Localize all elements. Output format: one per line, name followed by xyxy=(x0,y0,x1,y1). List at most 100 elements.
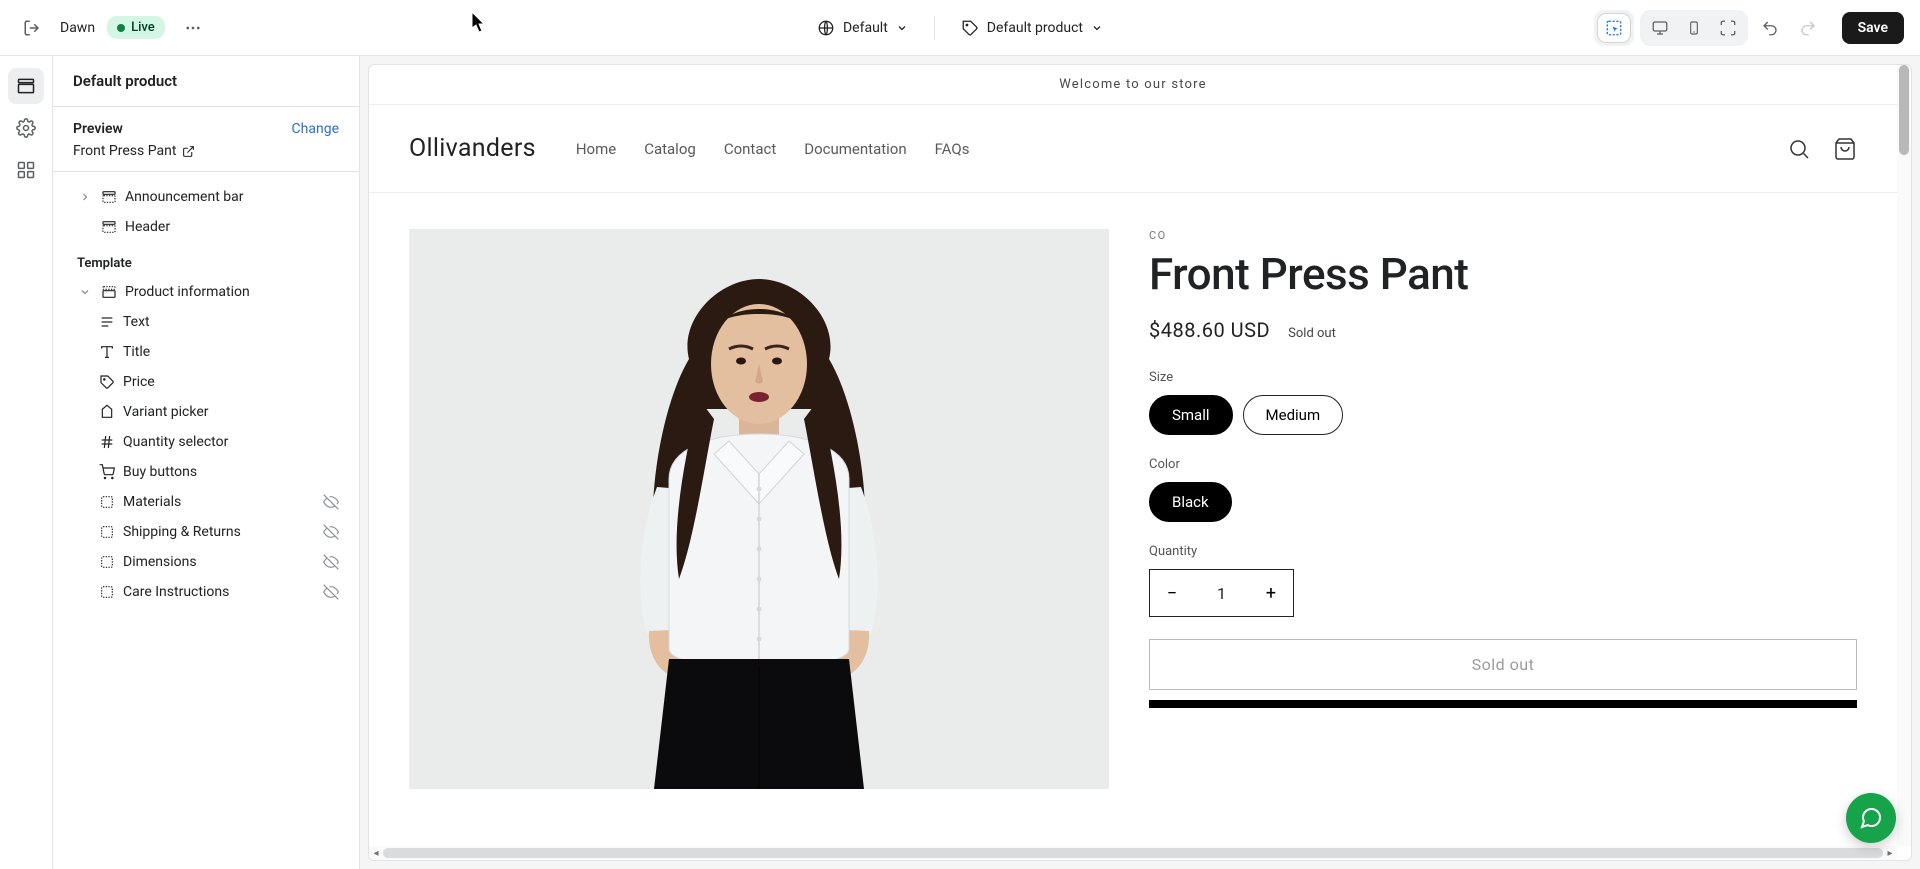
quantity-minus[interactable]: − xyxy=(1150,570,1194,616)
template-group-label: Template xyxy=(61,242,351,277)
redo-icon xyxy=(1799,19,1817,37)
quantity-plus[interactable]: + xyxy=(1249,570,1293,616)
change-preview-button[interactable]: Change xyxy=(292,121,339,137)
inspector-mode-button[interactable] xyxy=(1598,14,1630,42)
cart-icon[interactable] xyxy=(1833,137,1857,161)
product-availability: Sold out xyxy=(1288,326,1336,341)
section-icon xyxy=(101,219,117,235)
product-vendor: CO xyxy=(1149,229,1857,242)
block-price[interactable]: Price xyxy=(61,367,351,397)
cart-icon xyxy=(99,464,115,480)
eye-off-icon xyxy=(323,494,339,510)
globe-icon xyxy=(817,19,835,37)
sidebar-title: Default product xyxy=(53,56,359,107)
eye-off-icon xyxy=(323,524,339,540)
block-buy-buttons[interactable]: Buy buttons xyxy=(61,457,351,487)
paragraph-icon xyxy=(99,314,115,330)
left-rail xyxy=(0,56,53,869)
nav-contact[interactable]: Contact xyxy=(724,140,776,158)
rail-settings-button[interactable] xyxy=(8,110,44,146)
chat-icon xyxy=(1859,806,1883,830)
eye-off-icon xyxy=(323,584,339,600)
undo-icon xyxy=(1761,19,1779,37)
block-shipping-returns[interactable]: Shipping & Returns xyxy=(61,517,351,547)
product-info: CO Front Press Pant $488.60 USD Sold out… xyxy=(1149,229,1857,789)
block-title[interactable]: Title xyxy=(61,337,351,367)
hash-icon xyxy=(99,434,115,450)
rail-sections-button[interactable] xyxy=(8,68,44,104)
price-tag-icon xyxy=(99,374,115,390)
theme-name: Dawn xyxy=(60,20,95,36)
buy-now-button[interactable] xyxy=(1149,700,1857,708)
product-title: Front Press Pant xyxy=(1149,248,1857,300)
status-dot-icon xyxy=(117,24,125,32)
sidebar: Default product Preview Change Front Pre… xyxy=(53,56,360,869)
eye-off-icon xyxy=(323,554,339,570)
exit-editor-button[interactable] xyxy=(16,12,48,44)
type-icon xyxy=(99,344,115,360)
chevron-right-icon xyxy=(79,191,91,203)
sections-icon xyxy=(16,76,36,96)
variant-black[interactable]: Black xyxy=(1149,482,1232,522)
section-announcement-bar[interactable]: Announcement bar xyxy=(61,182,351,212)
save-button[interactable]: Save xyxy=(1842,12,1904,44)
block-quantity-selector[interactable]: Quantity selector xyxy=(61,427,351,457)
inspector-toggle-group xyxy=(1594,10,1634,46)
add-to-cart-button[interactable]: Sold out xyxy=(1149,639,1857,690)
search-icon[interactable] xyxy=(1787,137,1811,161)
nav-docs[interactable]: Documentation xyxy=(804,140,906,158)
variant-small[interactable]: Small xyxy=(1149,395,1233,435)
gear-icon xyxy=(16,118,36,138)
chevron-down-icon xyxy=(79,286,91,298)
collapsible-icon xyxy=(99,494,115,510)
viewport-desktop-button[interactable] xyxy=(1644,14,1676,42)
quantity-value: 1 xyxy=(1194,570,1249,616)
block-care-instructions[interactable]: Care Instructions xyxy=(61,577,351,607)
block-dimensions[interactable]: Dimensions xyxy=(61,547,351,577)
more-horizontal-icon xyxy=(184,19,202,37)
chevron-down-icon xyxy=(1091,22,1103,34)
nav-faqs[interactable]: FAQs xyxy=(935,140,970,158)
template-selector[interactable]: Default product xyxy=(951,13,1113,43)
variant-icon xyxy=(99,404,115,420)
exit-icon xyxy=(23,19,41,37)
collapsible-icon xyxy=(99,524,115,540)
nav-home[interactable]: Home xyxy=(576,140,616,158)
viewport-fullscreen-button[interactable] xyxy=(1712,14,1744,42)
product-area: CO Front Press Pant $488.60 USD Sold out… xyxy=(369,193,1897,825)
chevron-down-icon xyxy=(896,22,908,34)
collapsible-icon xyxy=(99,584,115,600)
section-product-information[interactable]: Product information xyxy=(61,277,351,307)
block-text[interactable]: Text xyxy=(61,307,351,337)
store-nav: Home Catalog Contact Documentation FAQs xyxy=(576,140,970,158)
option-label-size: Size xyxy=(1149,370,1857,385)
viewport-mobile-button[interactable] xyxy=(1678,14,1710,42)
rail-apps-button[interactable] xyxy=(8,152,44,188)
preview-product-link[interactable]: Front Press Pant xyxy=(73,143,195,159)
store-logo[interactable]: Ollivanders xyxy=(409,134,536,163)
option-label-color: Color xyxy=(1149,457,1857,472)
preview-frame: Welcome to our store Ollivanders Home Ca… xyxy=(368,64,1912,861)
preview-scrollbar-vertical[interactable] xyxy=(1897,65,1911,846)
preview-canvas-wrap: Welcome to our store Ollivanders Home Ca… xyxy=(360,56,1920,869)
external-link-icon xyxy=(182,145,195,158)
inspector-icon xyxy=(1605,19,1623,37)
preview-scrollbar-horizontal[interactable]: ◂ ▸ xyxy=(369,846,1897,860)
section-icon xyxy=(101,189,117,205)
variant-medium[interactable]: Medium xyxy=(1243,395,1344,435)
section-header[interactable]: Header xyxy=(61,212,351,242)
block-materials[interactable]: Materials xyxy=(61,487,351,517)
chat-fab[interactable] xyxy=(1846,793,1896,843)
undo-button[interactable] xyxy=(1754,12,1786,44)
product-price: $488.60 USD xyxy=(1149,318,1270,342)
redo-button[interactable] xyxy=(1792,12,1824,44)
viewport-group xyxy=(1640,10,1748,46)
desktop-icon xyxy=(1651,19,1669,37)
quantity-stepper: − 1 + xyxy=(1149,569,1294,617)
nav-catalog[interactable]: Catalog xyxy=(644,140,696,158)
block-variant-picker[interactable]: Variant picker xyxy=(61,397,351,427)
locale-selector[interactable]: Default xyxy=(807,13,918,43)
announcement-bar[interactable]: Welcome to our store xyxy=(369,65,1897,105)
more-actions-button[interactable] xyxy=(177,12,209,44)
product-media[interactable] xyxy=(409,229,1109,789)
